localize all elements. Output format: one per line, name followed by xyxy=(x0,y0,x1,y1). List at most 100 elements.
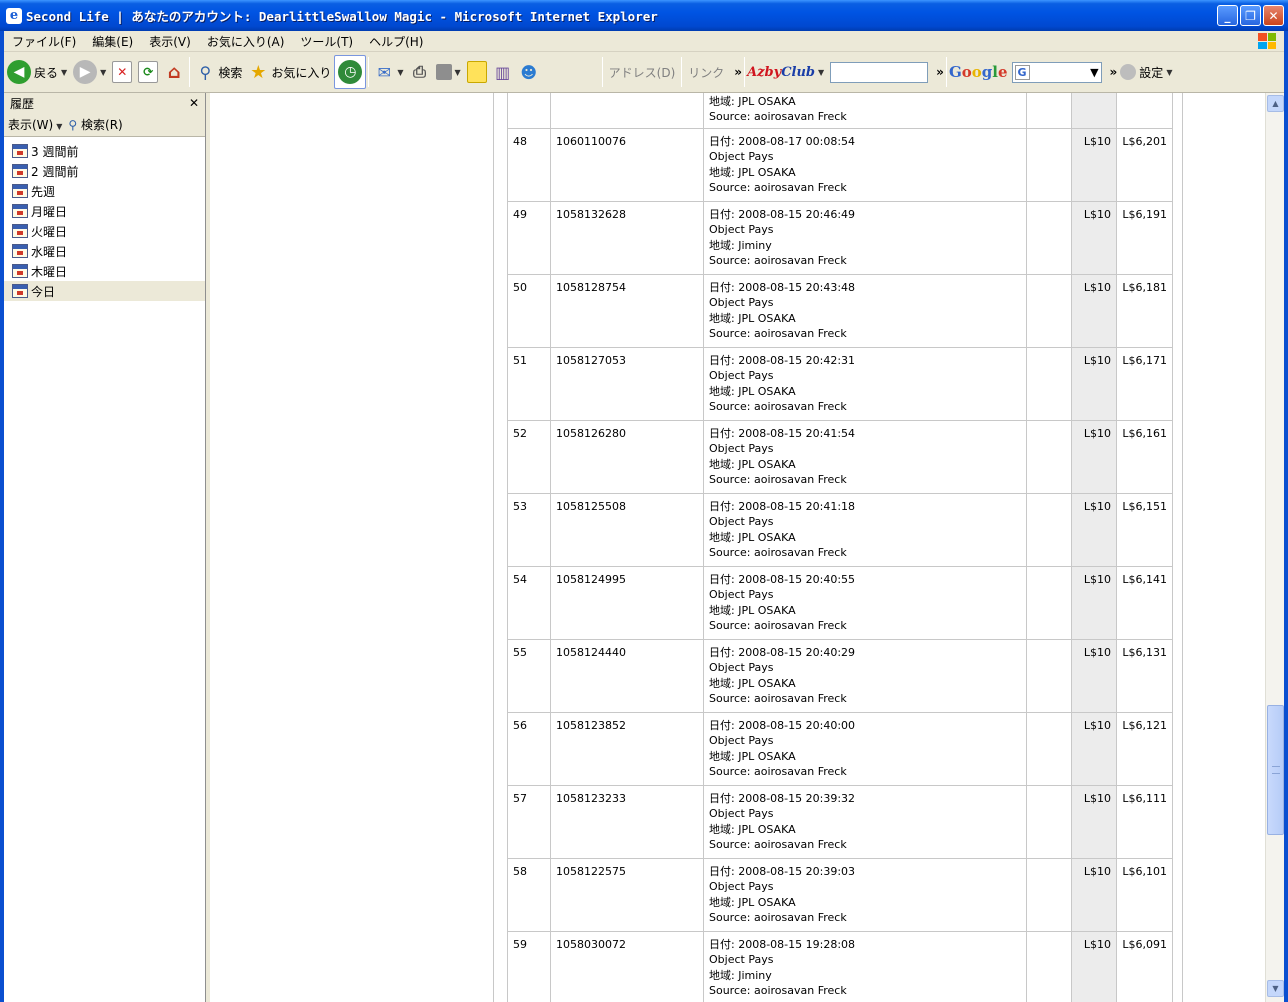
forward-button[interactable]: ▶ ▼ xyxy=(70,54,109,90)
stop-button[interactable]: ✕ xyxy=(109,54,135,90)
transaction-balance: L$6,091 xyxy=(1116,930,1173,1002)
transaction-number: 57 xyxy=(507,784,551,858)
edit-button[interactable]: ▼ xyxy=(433,54,464,90)
menu-view[interactable]: 表示(V) xyxy=(141,33,199,50)
transaction-region: 地域: JPL OSAKA xyxy=(709,822,796,836)
notes-button[interactable] xyxy=(464,54,490,90)
transaction-id: 1058122575 xyxy=(550,857,704,931)
transaction-balance: L$6,181 xyxy=(1116,273,1173,347)
azby-search-input[interactable] xyxy=(830,61,929,83)
close-button[interactable]: ✕ xyxy=(1263,5,1284,26)
transaction-blank-cell xyxy=(1026,492,1072,566)
transaction-id: 1058127053 xyxy=(550,346,704,420)
history-item-label: 今日 xyxy=(31,284,56,299)
scroll-thumb[interactable] xyxy=(1267,705,1284,835)
chevron-down-icon[interactable]: ▼ xyxy=(1166,68,1172,77)
history-item-today[interactable]: 今日 xyxy=(4,281,205,301)
scroll-down-button[interactable]: ▼ xyxy=(1267,980,1284,997)
mail-button[interactable]: ✉ ▼ xyxy=(371,54,406,90)
settings-button[interactable]: 設定 ▼ xyxy=(1117,54,1175,90)
history-button[interactable]: ◷ xyxy=(334,55,367,89)
transaction-amount: L$10 xyxy=(1071,857,1117,931)
title-bar[interactable]: e Second Life | あなたのアカウント: DearlittleSwa… xyxy=(0,0,1288,31)
links-more-button[interactable]: » xyxy=(734,65,742,79)
menu-file[interactable]: ファイル(F) xyxy=(4,33,84,50)
transaction-amount xyxy=(1071,93,1117,128)
transaction-balance: L$6,101 xyxy=(1122,864,1167,878)
transaction-blank-cell xyxy=(1026,127,1072,201)
home-button[interactable]: ⌂ xyxy=(161,54,187,90)
transaction-id: 1058124440 xyxy=(556,645,626,659)
transaction-id: 1058126280 xyxy=(550,419,704,493)
transaction-id: 1058123233 xyxy=(550,784,704,858)
research-button[interactable]: ▥ xyxy=(490,54,516,90)
history-item[interactable]: 月曜日 xyxy=(4,201,205,221)
transaction-details: 日付: 2008-08-15 20:41:54 Object Pays 地域: JP… xyxy=(703,419,1027,493)
minimize-button[interactable]: _ xyxy=(1217,5,1238,26)
refresh-button[interactable]: ⟳ xyxy=(135,54,161,90)
transaction-details: 日付: 2008-08-15 20:42:31 Object Pays 地域: JP… xyxy=(703,346,1027,420)
history-item[interactable]: 3 週間前 xyxy=(4,141,205,161)
history-search-button[interactable]: ⚲ 検索(R) xyxy=(68,116,122,133)
scroll-up-button[interactable]: ▲ xyxy=(1267,95,1284,112)
history-item[interactable]: 木曜日 xyxy=(4,261,205,281)
azbyclub-logo[interactable]: AzbyClub xyxy=(747,65,815,80)
transaction-type: Object Pays xyxy=(709,150,774,163)
transaction-balance: L$6,161 xyxy=(1116,419,1173,493)
menu-tools[interactable]: ツール(T) xyxy=(292,33,361,50)
transaction-number: 56 xyxy=(507,711,551,785)
back-button[interactable]: ◀ 戻る ▼ xyxy=(4,54,70,90)
stop-icon: ✕ xyxy=(112,61,133,83)
history-item[interactable]: 水曜日 xyxy=(4,241,205,261)
history-close-button[interactable]: ✕ xyxy=(189,96,199,110)
transaction-amount: L$10 xyxy=(1083,572,1111,586)
transaction-region: 地域: JPL OSAKA xyxy=(709,676,796,690)
history-item[interactable]: 2 週間前 xyxy=(4,161,205,181)
transaction-region: 地域: JPL OSAKA xyxy=(709,603,796,617)
transaction-date: 日付: 2008-08-15 20:40:00 xyxy=(709,718,856,732)
azby-more-button[interactable]: » xyxy=(936,65,944,79)
chevron-down-icon[interactable]: ▼ xyxy=(61,68,67,77)
links-label[interactable]: リンク xyxy=(688,64,724,81)
transaction-details: 日付: 2008-08-15 20:39:03 Object Pays 地域: JP… xyxy=(703,857,1027,931)
history-item[interactable]: 先週 xyxy=(4,181,205,201)
transaction-number: 54 xyxy=(507,565,551,639)
google-logo[interactable]: Google xyxy=(949,63,1008,81)
transaction-num: 51 xyxy=(513,353,527,367)
history-item[interactable]: 火曜日 xyxy=(4,221,205,241)
transaction-id: 1058132628 xyxy=(550,200,704,274)
transaction-type: Object Pays xyxy=(709,223,774,236)
maximize-button[interactable]: ❐ xyxy=(1240,5,1261,26)
address-label[interactable]: アドレス(D) xyxy=(609,64,676,81)
ie-icon: e xyxy=(6,7,22,24)
transaction-num xyxy=(513,109,545,125)
transaction-id: 1058124995 xyxy=(556,572,626,586)
vertical-scrollbar[interactable]: ▲ ▼ xyxy=(1265,93,1284,1002)
favorites-button[interactable]: ★ お気に入り xyxy=(245,54,334,90)
search-button[interactable]: ⚲ 検索 xyxy=(192,54,245,90)
print-button[interactable]: ⎙ xyxy=(407,54,433,90)
history-item-label: 3 週間前 xyxy=(31,144,79,159)
menu-favorites[interactable]: お気に入り(A) xyxy=(199,33,293,50)
menu-edit[interactable]: 編集(E) xyxy=(84,33,141,50)
transaction-id: 1058124440 xyxy=(550,638,704,712)
transaction-date: 日付: 2008-08-15 20:41:18 xyxy=(709,499,856,513)
chevron-down-icon[interactable]: ▼ xyxy=(818,68,824,77)
google-search-select[interactable]: G ▼ xyxy=(1011,61,1102,83)
chevron-down-icon[interactable]: ▼ xyxy=(397,68,403,77)
club-text: Club xyxy=(781,64,816,80)
azby-text: Azby xyxy=(747,64,782,80)
transaction-blank-cell xyxy=(1026,419,1072,493)
chevron-down-icon[interactable]: ▼ xyxy=(455,68,461,77)
transaction-region: 地域: Jiminy xyxy=(709,968,772,982)
menu-help[interactable]: ヘルプ(H) xyxy=(361,33,431,50)
printer-icon: ⎙ xyxy=(413,62,426,81)
messenger-button[interactable]: ☻ xyxy=(516,54,542,90)
chevron-down-icon: ▼ xyxy=(1090,65,1099,79)
chevron-down-icon[interactable]: ▼ xyxy=(100,68,106,77)
history-view-button[interactable]: 表示(W) ▼ xyxy=(8,116,62,133)
transaction-balance: L$6,141 xyxy=(1122,572,1167,586)
transaction-number xyxy=(507,93,551,128)
history-panel: 履歴 ✕ 表示(W) ▼ ⚲ 検索(R) 3 週間前 2 週間前 先週 月曜日 火… xyxy=(4,93,206,1002)
google-more-button[interactable]: » xyxy=(1110,65,1118,79)
